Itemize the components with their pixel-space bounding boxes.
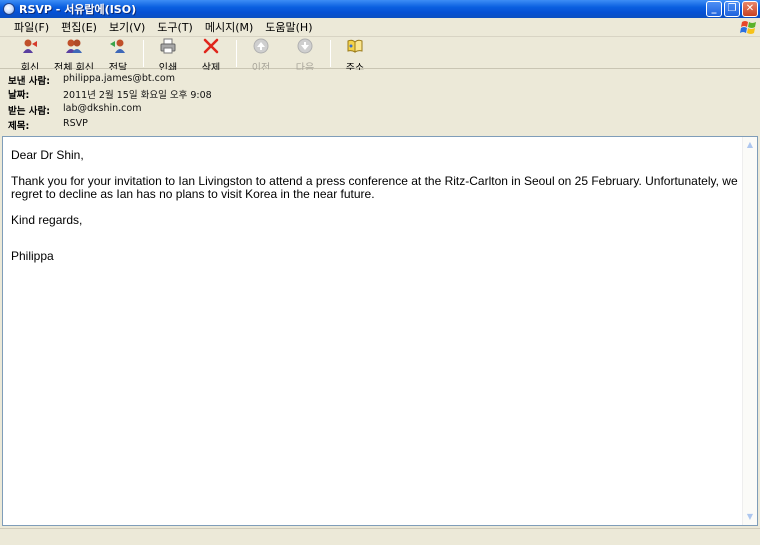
closing-text: Kind regards, xyxy=(11,213,83,227)
body-paragraph: Thank you for your invitation to Ian Liv… xyxy=(11,174,738,201)
toolbar-separator xyxy=(143,40,144,67)
addresses-button[interactable]: 주소 xyxy=(333,38,377,74)
to-label: 받는 사람: xyxy=(8,106,51,117)
down-arrow-icon xyxy=(297,38,313,54)
signature-text: Philippa xyxy=(11,249,54,263)
delete-x-icon xyxy=(203,38,219,54)
from-row: 보낸 사람: philippa.james@bt.com xyxy=(8,73,175,87)
date-label: 날짜: xyxy=(8,90,30,101)
reply-icon xyxy=(23,39,37,53)
date-row: 날짜: 2011년 2월 15일 화요일 오후 9:08 xyxy=(8,87,212,101)
minimize-button[interactable]: _ xyxy=(706,1,722,17)
subject-value: RSVP xyxy=(63,118,88,129)
address-book-icon xyxy=(347,39,363,53)
greeting-text: Dear Dr Shin, xyxy=(11,148,84,162)
previous-button[interactable]: 이전 xyxy=(239,38,283,74)
restore-button[interactable]: ❐ xyxy=(724,1,740,17)
to-row: 받는 사람: lab@dkshin.com xyxy=(8,103,141,117)
title-bar[interactable]: RSVP - 서유랍에(ISO) _ ❐ ✕ xyxy=(0,0,760,18)
forward-button[interactable]: 전달 xyxy=(96,38,140,74)
to-value[interactable]: lab@dkshin.com xyxy=(63,103,141,116)
window-title: RSVP - 서유랍에(ISO) xyxy=(19,3,137,16)
menu-bar: 파일(F) 편집(E) 보기(V) 도구(T) 메시지(M) 도움말(H) xyxy=(0,18,760,37)
subject-row: 제목: RSVP xyxy=(8,118,88,132)
date-value: 2011년 2월 15일 화요일 오후 9:08 xyxy=(63,90,212,101)
menu-edit[interactable]: 편집(E) xyxy=(61,19,97,35)
reply-all-icon xyxy=(66,39,82,53)
message-body-pane[interactable]: Dear Dr Shin, Thank you for your invitat… xyxy=(2,136,758,526)
up-arrow-icon xyxy=(253,38,269,54)
close-button[interactable]: ✕ xyxy=(742,1,758,17)
from-value[interactable]: philippa.james@bt.com xyxy=(63,73,175,86)
delete-button[interactable]: 삭제 xyxy=(189,38,233,74)
mail-app-icon xyxy=(3,3,15,15)
status-bar xyxy=(0,528,760,545)
next-button[interactable]: 다음 xyxy=(283,38,327,74)
menu-view[interactable]: 보기(V) xyxy=(109,19,145,35)
printer-icon xyxy=(160,38,176,54)
forward-icon xyxy=(110,39,125,53)
from-label: 보낸 사람: xyxy=(8,76,51,87)
message-text: Dear Dr Shin, Thank you for your invitat… xyxy=(11,149,741,276)
windows-logo-icon xyxy=(740,21,756,34)
vertical-scrollbar[interactable]: ▲ ▼ xyxy=(742,137,757,525)
menu-message[interactable]: 메시지(M) xyxy=(205,19,253,35)
subject-label: 제목: xyxy=(8,121,30,132)
toolbar-separator xyxy=(330,40,331,67)
toolbar-separator xyxy=(236,40,237,67)
print-button[interactable]: 인쇄 xyxy=(146,38,190,74)
menu-tools[interactable]: 도구(T) xyxy=(157,19,193,35)
reply-button[interactable]: 회신 xyxy=(8,38,52,74)
menu-help[interactable]: 도움말(H) xyxy=(265,19,312,35)
message-header: 보낸 사람: philippa.james@bt.com 날짜: 2011년 2… xyxy=(0,70,760,135)
toolbar: 회신 전체 회신 전달 인쇄 삭제 이전 다음 주소 xyxy=(0,37,760,74)
scroll-down-icon[interactable]: ▼ xyxy=(744,511,756,523)
menu-file[interactable]: 파일(F) xyxy=(14,19,49,35)
scroll-up-icon[interactable]: ▲ xyxy=(744,139,756,151)
reply-all-button[interactable]: 전체 회신 xyxy=(50,38,98,74)
